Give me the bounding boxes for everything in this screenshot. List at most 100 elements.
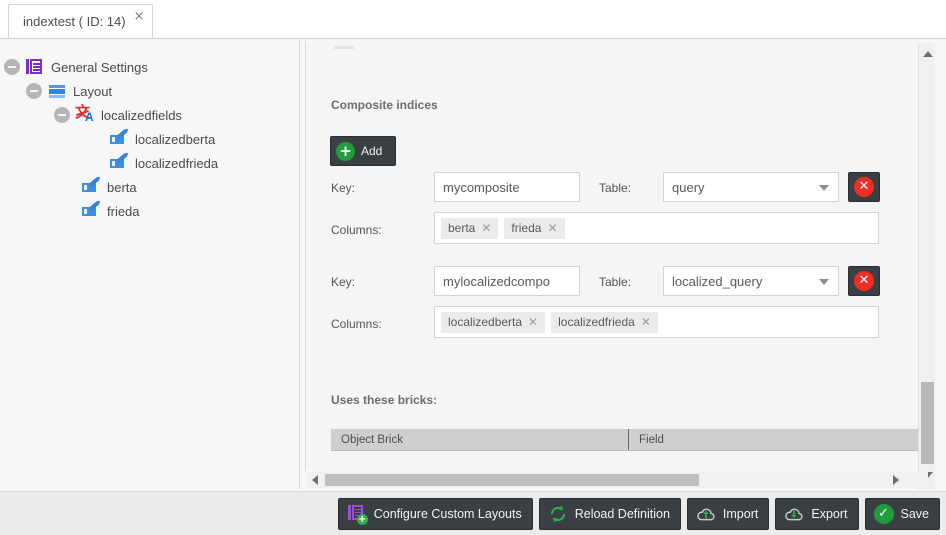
- column-chip-label: localizedberta: [448, 315, 522, 329]
- input-field-icon: [82, 202, 100, 220]
- reload-definition-label: Reload Definition: [575, 507, 670, 521]
- save-button[interactable]: ✓ Save: [865, 498, 941, 530]
- horizontal-scroll-thumb[interactable]: [325, 474, 699, 486]
- content-horizontal-scrollbar[interactable]: [306, 472, 928, 488]
- bottom-toolbar: + Configure Custom Layouts Reload Defini…: [0, 491, 946, 535]
- chevron-down-icon: [819, 279, 829, 285]
- reload-icon: [548, 504, 568, 524]
- remove-chip-icon[interactable]: ✕: [547, 222, 557, 234]
- class-tree-panel: General Settings Layout 文A localizedfiel…: [0, 41, 300, 489]
- class-tree: General Settings Layout 文A localizedfiel…: [0, 41, 299, 223]
- layouts-add-icon: +: [347, 504, 367, 524]
- composite-indices-title: Composite indices: [331, 98, 438, 112]
- input-field-icon: [110, 154, 128, 172]
- tree-item-berta[interactable]: berta: [0, 175, 299, 199]
- table-select-value-row2: localized_query: [672, 274, 762, 289]
- bricks-title: Uses these bricks:: [331, 393, 437, 407]
- column-chip-label: localizedfrieda: [558, 315, 635, 329]
- input-field-icon: [110, 130, 128, 148]
- configure-custom-layouts-label: Configure Custom Layouts: [374, 507, 522, 521]
- close-circle-icon: ✕: [854, 271, 874, 291]
- columns-tagfield-row2[interactable]: localizedberta ✕ localizedfrieda ✕: [434, 306, 879, 338]
- tree-item-label: localizedfields: [101, 108, 182, 123]
- bricks-grid: Object Brick Field: [331, 429, 920, 467]
- close-icon[interactable]: ×: [133, 10, 146, 23]
- document-icon: [26, 58, 44, 76]
- vertical-scroll-thumb[interactable]: [921, 382, 934, 464]
- tree-item-label: Layout: [73, 84, 112, 99]
- column-chip[interactable]: localizedberta ✕: [441, 312, 545, 333]
- plus-icon: +: [336, 142, 355, 161]
- collapse-icon[interactable]: [4, 59, 20, 75]
- bricks-column-object-brick[interactable]: Object Brick: [331, 429, 629, 450]
- collapse-icon[interactable]: [54, 107, 70, 123]
- class-editor-window: indextest ( ID: 14) × General Settings: [0, 0, 946, 535]
- key-label-row2: Key:: [331, 275, 355, 289]
- add-button-label: Add: [361, 144, 382, 158]
- tree-item-localizedfrieda[interactable]: localizedfrieda: [0, 151, 299, 175]
- add-composite-index-button[interactable]: + Add: [330, 136, 396, 166]
- import-label: Import: [723, 507, 758, 521]
- clipped-field-top: [334, 46, 354, 49]
- chevron-down-icon: [819, 185, 829, 191]
- bricks-column-field[interactable]: Field: [629, 429, 920, 450]
- tree-item-label: frieda: [107, 204, 140, 219]
- tree-item-label: General Settings: [51, 60, 148, 75]
- table-label-row1: Table:: [599, 181, 631, 195]
- tree-item-localizedfields[interactable]: 文A localizedfields: [0, 103, 299, 127]
- column-chip[interactable]: berta ✕: [441, 218, 498, 239]
- translate-icon: 文A: [76, 106, 94, 124]
- table-label-row2: Table:: [599, 275, 631, 289]
- column-chip[interactable]: frieda ✕: [504, 218, 564, 239]
- columns-label-row1: Columns:: [331, 223, 382, 237]
- editor-body: General Settings Layout 文A localizedfiel…: [0, 39, 946, 491]
- table-select-row2[interactable]: localized_query: [663, 266, 839, 296]
- key-label-row1: Key:: [331, 181, 355, 195]
- tree-item-frieda[interactable]: frieda: [0, 199, 299, 223]
- remove-chip-icon[interactable]: ✕: [528, 316, 538, 328]
- remove-chip-icon[interactable]: ✕: [481, 222, 491, 234]
- remove-chip-icon[interactable]: ✕: [641, 316, 651, 328]
- save-label: Save: [901, 507, 930, 521]
- check-circle-icon: ✓: [874, 504, 894, 524]
- column-chip-label: frieda: [511, 221, 541, 235]
- reload-definition-button[interactable]: Reload Definition: [539, 498, 681, 530]
- scroll-up-icon[interactable]: [919, 45, 936, 62]
- table-select-value-row1: query: [672, 180, 705, 195]
- content-vertical-scrollbar[interactable]: [918, 43, 935, 489]
- export-button[interactable]: Export: [775, 498, 858, 530]
- tab-bar: indextest ( ID: 14) ×: [0, 0, 946, 39]
- column-chip-label: berta: [448, 221, 475, 235]
- tree-item-label: localizedberta: [135, 132, 215, 147]
- scroll-left-icon[interactable]: [307, 472, 323, 488]
- settings-form: Composite indices + Add Key: mycomposite…: [305, 41, 929, 471]
- close-circle-icon: ✕: [854, 177, 874, 197]
- configure-custom-layouts-button[interactable]: + Configure Custom Layouts: [338, 498, 533, 530]
- settings-panel: Composite indices + Add Key: mycomposite…: [305, 41, 946, 489]
- cloud-download-icon: [784, 504, 804, 524]
- scroll-right-icon[interactable]: [888, 472, 904, 488]
- input-field-icon: [82, 178, 100, 196]
- column-chip[interactable]: localizedfrieda ✕: [551, 312, 658, 333]
- export-label: Export: [811, 507, 847, 521]
- bricks-grid-body: [331, 451, 920, 466]
- tab-indextest[interactable]: indextest ( ID: 14) ×: [8, 4, 153, 38]
- tree-item-localizedberta[interactable]: localizedberta: [0, 127, 299, 151]
- key-input-row1[interactable]: mycomposite: [434, 172, 580, 202]
- table-select-row1[interactable]: query: [663, 172, 839, 202]
- layout-icon: [48, 82, 66, 100]
- bricks-grid-header: Object Brick Field: [331, 429, 920, 451]
- import-button[interactable]: Import: [687, 498, 769, 530]
- key-input-row2[interactable]: mylocalizedcompo: [434, 266, 580, 296]
- columns-label-row2: Columns:: [331, 317, 382, 331]
- panel-right-edge: [935, 43, 946, 489]
- tree-item-label: berta: [107, 180, 137, 195]
- tree-item-layout[interactable]: Layout: [0, 79, 299, 103]
- tree-item-general-settings[interactable]: General Settings: [0, 55, 299, 79]
- columns-tagfield-row1[interactable]: berta ✕ frieda ✕: [434, 212, 879, 244]
- collapse-icon[interactable]: [26, 83, 42, 99]
- tab-label: indextest ( ID: 14): [23, 14, 126, 29]
- tree-item-label: localizedfrieda: [135, 156, 218, 171]
- delete-composite-index-row1[interactable]: ✕: [848, 172, 880, 202]
- delete-composite-index-row2[interactable]: ✕: [848, 266, 880, 296]
